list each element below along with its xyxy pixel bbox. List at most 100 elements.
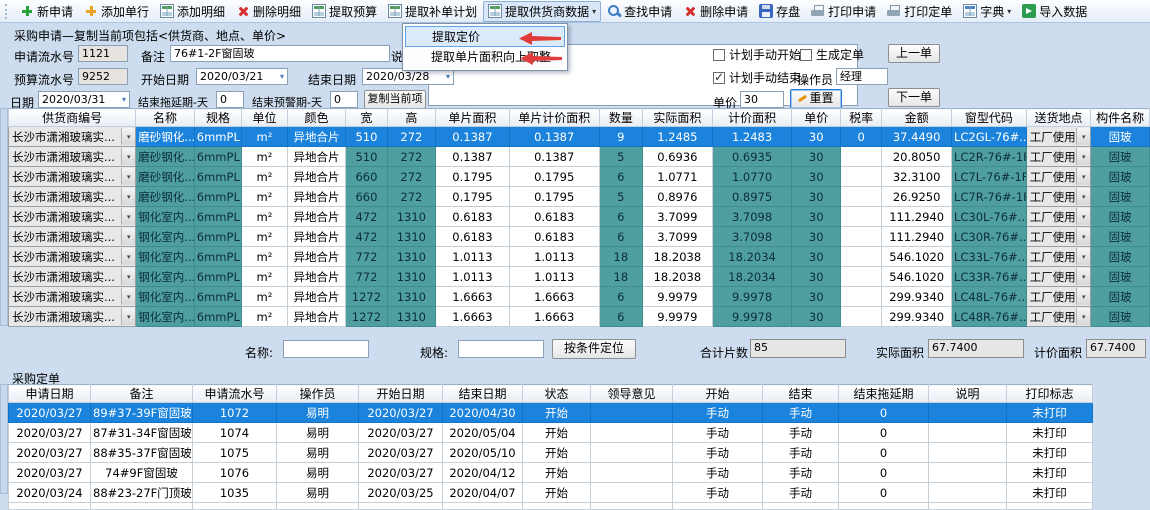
cell[interactable]: 固玻 — [1091, 267, 1150, 287]
cell[interactable]: 固玻 — [1091, 227, 1150, 247]
cell[interactable]: 异地合片 — [287, 267, 346, 287]
cell[interactable]: 0.1387 — [436, 127, 510, 147]
cell[interactable]: 2020/03/27 — [359, 403, 443, 423]
chevron-down-icon[interactable]: ▾ — [121, 268, 135, 285]
cell[interactable] — [840, 247, 881, 267]
dropdown-cell[interactable]: 工厂使用▾ — [1026, 207, 1091, 227]
cell[interactable]: 固玻 — [1091, 187, 1150, 207]
cell[interactable]: LC48L-76#... — [951, 287, 1026, 307]
cell[interactable]: 2020/03/24 — [9, 483, 91, 503]
cell[interactable]: 1074 — [193, 423, 277, 443]
cell[interactable]: 手动 — [763, 483, 839, 503]
cell[interactable]: 0.1795 — [436, 187, 510, 207]
cell[interactable]: 未打印 — [1007, 443, 1093, 463]
cell[interactable]: 472 — [346, 207, 387, 227]
column-header[interactable]: 操作员 — [277, 385, 359, 403]
column-header[interactable]: 申请日期 — [9, 385, 91, 403]
cell[interactable] — [929, 463, 1007, 483]
cell[interactable]: 272 — [387, 187, 435, 207]
extract-budget-button[interactable]: 提取预算 — [307, 1, 382, 22]
cell[interactable]: 6mmPLE... — [194, 147, 241, 167]
cell[interactable]: 6mmPLE... — [194, 227, 241, 247]
cell[interactable] — [929, 423, 1007, 443]
cell[interactable]: 0.1387 — [509, 127, 599, 147]
dropdown-cell[interactable]: 工厂使用▾ — [1026, 127, 1091, 147]
cell[interactable]: 18.2034 — [712, 267, 792, 287]
cell[interactable]: 固玻 — [1091, 207, 1150, 227]
cell[interactable]: 开始 — [523, 483, 591, 503]
cell[interactable]: 30 — [792, 147, 840, 167]
cell[interactable]: 772 — [346, 267, 387, 287]
cell[interactable]: 异地合片 — [287, 167, 346, 187]
cell[interactable]: 6mmPLE... — [194, 307, 241, 327]
extract-supplier-data-button[interactable]: 提取供货商数据▾ — [483, 1, 601, 22]
cell[interactable]: 0 — [839, 463, 929, 483]
cell[interactable]: 1.6663 — [509, 307, 599, 327]
column-header[interactable]: 构件名称 — [1091, 109, 1150, 127]
cell[interactable]: m² — [242, 267, 287, 287]
cell[interactable]: 88#35-37F窗固玻 — [91, 443, 193, 463]
cell[interactable]: 异地合片 — [287, 247, 346, 267]
cell[interactable]: 固玻 — [1091, 147, 1150, 167]
cell[interactable]: 1.6663 — [436, 307, 510, 327]
cell[interactable]: 钢化室内... — [136, 307, 195, 327]
cell[interactable]: 6 — [599, 307, 642, 327]
cell[interactable]: 2020/05/10 — [443, 443, 523, 463]
cell[interactable]: 0.6183 — [509, 207, 599, 227]
cell[interactable]: LC30L-76#... — [951, 207, 1026, 227]
cell[interactable]: 6 — [599, 167, 642, 187]
cell[interactable]: 3.7098 — [712, 227, 792, 247]
cell[interactable]: 2020/04/30 — [443, 403, 523, 423]
cell[interactable]: 0.6935 — [712, 147, 792, 167]
cell[interactable]: 1310 — [387, 227, 435, 247]
chevron-down-icon[interactable]: ▾ — [446, 70, 450, 83]
cell[interactable]: 30 — [792, 267, 840, 287]
cell[interactable]: 772 — [346, 247, 387, 267]
print-order-button[interactable]: 打印定单 — [882, 1, 957, 22]
cell[interactable]: 手动 — [673, 483, 763, 503]
cell[interactable]: 1272 — [346, 287, 387, 307]
chevron-down-icon[interactable]: ▾ — [1076, 288, 1090, 305]
dropdown-cell[interactable]: 工厂使用▾ — [1026, 307, 1091, 327]
manual-start-checkbox[interactable]: 计划手动开始 — [713, 46, 801, 63]
cell[interactable]: 异地合片 — [287, 127, 346, 147]
chevron-down-icon[interactable]: ▾ — [121, 168, 135, 185]
cell[interactable]: 未打印 — [1007, 483, 1093, 503]
cell[interactable] — [591, 403, 673, 423]
cell[interactable]: 89#37-39F窗固玻 — [91, 403, 193, 423]
cell[interactable]: 30 — [792, 227, 840, 247]
locate-name-input[interactable] — [283, 340, 369, 358]
cell[interactable]: 异地合片 — [287, 227, 346, 247]
table-row[interactable]: 长沙市潇湘玻璃实...▾磨砂钢化...6mmPLE...m²异地合片660272… — [9, 187, 1150, 207]
column-header[interactable]: 计价面积 — [712, 109, 792, 127]
gen-order-checkbox[interactable]: 生成定单 — [800, 46, 864, 63]
chevron-down-icon[interactable]: ▾ — [1076, 148, 1090, 165]
chevron-down-icon[interactable]: ▾ — [121, 128, 135, 145]
table-row[interactable]: 长沙市潇湘玻璃实...▾钢化室内...6mmPLE...m²异地合片127213… — [9, 287, 1150, 307]
cell[interactable]: 6mmPLE... — [194, 187, 241, 207]
column-header[interactable]: 送货地点 — [1026, 109, 1091, 127]
chevron-down-icon[interactable]: ▾ — [122, 93, 126, 106]
cell[interactable] — [840, 207, 881, 227]
column-header[interactable]: 单位 — [242, 109, 287, 127]
cell[interactable]: 手动 — [673, 403, 763, 423]
cell[interactable]: 2020/04/12 — [443, 463, 523, 483]
copy-current-button[interactable]: 复制当前项 — [364, 90, 426, 109]
cell[interactable]: 546.1020 — [882, 247, 952, 267]
cell[interactable]: LC33L-76#... — [951, 247, 1026, 267]
cell[interactable]: 1272 — [346, 307, 387, 327]
cell[interactable]: 546.1020 — [882, 267, 952, 287]
cell[interactable] — [591, 483, 673, 503]
menu-item-extract-piece-area-roundup[interactable]: 提取单片面积向上取整 — [405, 47, 565, 68]
dropdown-cell[interactable]: 长沙市潇湘玻璃实...▾ — [9, 247, 136, 267]
cell[interactable]: 9.9979 — [643, 307, 713, 327]
checkbox-icon[interactable] — [713, 72, 725, 84]
column-header[interactable]: 说明 — [929, 385, 1007, 403]
cell[interactable] — [591, 423, 673, 443]
cell[interactable]: 660 — [346, 167, 387, 187]
cell[interactable]: 固玻 — [1091, 287, 1150, 307]
cell[interactable]: 1310 — [387, 307, 435, 327]
start-date-combo[interactable]: 2020/03/21▾ — [196, 68, 288, 85]
import-data-button[interactable]: 导入数据 — [1017, 1, 1092, 22]
cell[interactable]: 2020/03/25 — [359, 483, 443, 503]
